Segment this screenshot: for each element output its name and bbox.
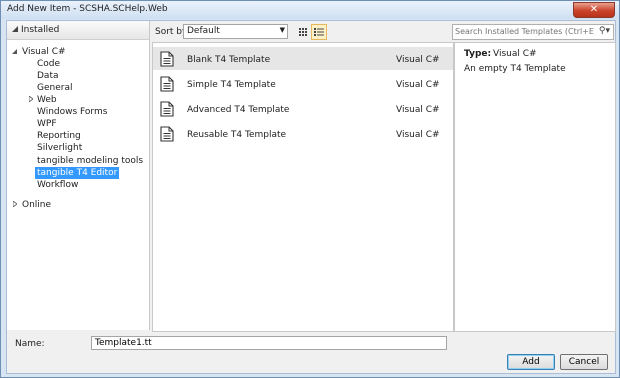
template-list: Blank T4 Template Visual C# Simple T4 Te… [152,42,454,332]
collapse-arrow-icon[interactable] [12,49,17,54]
list-view-button[interactable] [311,24,327,40]
tree-item-tangible-t4-editor[interactable]: tangible T4 Editor [35,167,120,179]
template-name: Blank T4 Template [187,55,271,65]
title-bar: Add New Item - SCSHA.SCHelp.Web ✕ [1,1,619,19]
template-row[interactable]: Advanced T4 Template Visual C# [153,97,453,120]
template-details-pane: Type: Visual C# An empty T4 Template [454,42,616,332]
add-button[interactable]: Add [507,354,555,370]
dialog-client: Installed Visual C# Code Data General We… [6,20,616,374]
name-field[interactable] [91,336,447,350]
sort-toolbar: Sort by: Default ▼ Search Installed Temp… [150,21,615,41]
tree-item-wpf[interactable]: WPF [37,118,57,130]
type-label: Type: [464,49,492,59]
search-input[interactable] [455,25,595,38]
cancel-button[interactable]: Cancel [560,354,608,370]
tree-item-data[interactable]: Data [37,70,59,82]
small-icons-view-button[interactable] [295,24,311,40]
template-name: Simple T4 Template [187,80,276,90]
close-button[interactable]: ✕ [573,2,615,18]
template-description: An empty T4 Template [464,64,566,74]
sort-dropdown[interactable]: Default ▼ [183,24,288,39]
tree-item-code[interactable]: Code [37,58,60,70]
template-language: Visual C# [396,105,440,115]
type-value: Visual C# [493,49,537,59]
tree-item-web[interactable]: Web [37,94,57,106]
sort-value: Default [187,26,220,36]
template-language: Visual C# [396,80,440,90]
template-name: Advanced T4 Template [187,105,290,115]
window-title: Add New Item - SCSHA.SCHelp.Web [7,4,168,14]
search-icon[interactable]: ⚲▾ [599,26,610,36]
tree-item-workflow[interactable]: Workflow [37,179,78,191]
installed-label: Installed [21,25,60,35]
list-view-icon [314,28,324,36]
file-template-icon [160,51,174,67]
name-label: Name: [15,339,45,349]
template-row[interactable]: Simple T4 Template Visual C# [153,72,453,95]
template-language: Visual C# [396,55,440,65]
search-box[interactable]: ⚲▾ [452,24,614,40]
close-icon: ✕ [589,4,599,15]
tree-item-reporting[interactable]: Reporting [37,130,81,142]
tree-item-silverlight[interactable]: Silverlight [37,142,82,154]
tree-item-general[interactable]: General [37,82,72,94]
installed-header[interactable]: Installed [7,21,149,40]
template-name: Reusable T4 Template [187,130,287,140]
template-row[interactable]: Reusable T4 Template Visual C# [153,122,453,145]
add-new-item-dialog: Add New Item - SCSHA.SCHelp.Web ✕ Instal… [0,0,620,378]
category-tree-panel: Installed Visual C# Code Data General We… [7,21,150,330]
tree-item-visual-csharp[interactable]: Visual C# [22,46,66,58]
template-language: Visual C# [396,130,440,140]
expand-arrow-icon[interactable] [29,96,33,102]
collapse-arrow-icon [12,26,18,32]
expand-arrow-icon[interactable] [13,201,17,207]
file-template-icon [160,126,174,142]
file-template-icon [160,76,174,92]
tree-item-windows-forms[interactable]: Windows Forms [37,106,107,118]
chevron-down-icon: ▼ [279,26,285,34]
template-row[interactable]: Blank T4 Template Visual C# [153,47,453,70]
tree-item-online[interactable]: Online [22,199,51,211]
tree-item-tangible-modeling-tools[interactable]: tangible modeling tools [37,155,143,167]
grid-view-icon [299,28,307,36]
file-template-icon [160,101,174,117]
